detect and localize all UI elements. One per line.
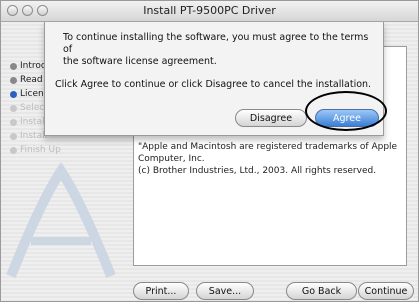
save-button[interactable]: Save... — [196, 282, 254, 300]
sheet-message: To continue installing the software, you… — [63, 32, 373, 68]
window-title: Install PT-9500PC Driver — [143, 4, 276, 17]
step-bullet-icon — [10, 133, 17, 140]
step-bullet-icon — [10, 119, 17, 126]
continue-button[interactable]: Continue — [358, 282, 414, 300]
print-button[interactable]: Print... — [133, 282, 189, 300]
step-bullet-icon — [10, 63, 17, 70]
license-text: "Apple and Macintosh are registered trad… — [138, 141, 397, 177]
sheet-message-line1: To continue installing the software, you… — [63, 32, 369, 55]
step-bullet-icon — [10, 91, 17, 98]
license-line-company: Computer, Inc. — [138, 154, 205, 164]
step-finish-up: Finish Up — [9, 143, 102, 157]
license-line-trademark: "Apple and Macintosh are registered trad… — [138, 142, 398, 152]
go-back-button[interactable]: Go Back — [286, 282, 357, 300]
highlight-ellipse — [305, 91, 387, 131]
step-bullet-icon — [10, 105, 17, 112]
disagree-button[interactable]: Disagree — [235, 109, 307, 127]
sheet-instruction: Click Agree to continue or click Disagre… — [55, 79, 372, 90]
license-line-copyright: (c) Brother Industries, Ltd., 2003. All … — [138, 166, 377, 176]
step-bullet-icon — [10, 147, 17, 154]
installer-logo-icon — [6, 161, 116, 278]
step-bullet-icon — [10, 77, 17, 84]
installer-window: Install PT-9500PC Driver Introduction Re… — [0, 0, 419, 302]
title-bar[interactable]: Install PT-9500PC Driver — [1, 1, 418, 22]
sheet-message-line2: the software license agreement. — [63, 56, 217, 67]
